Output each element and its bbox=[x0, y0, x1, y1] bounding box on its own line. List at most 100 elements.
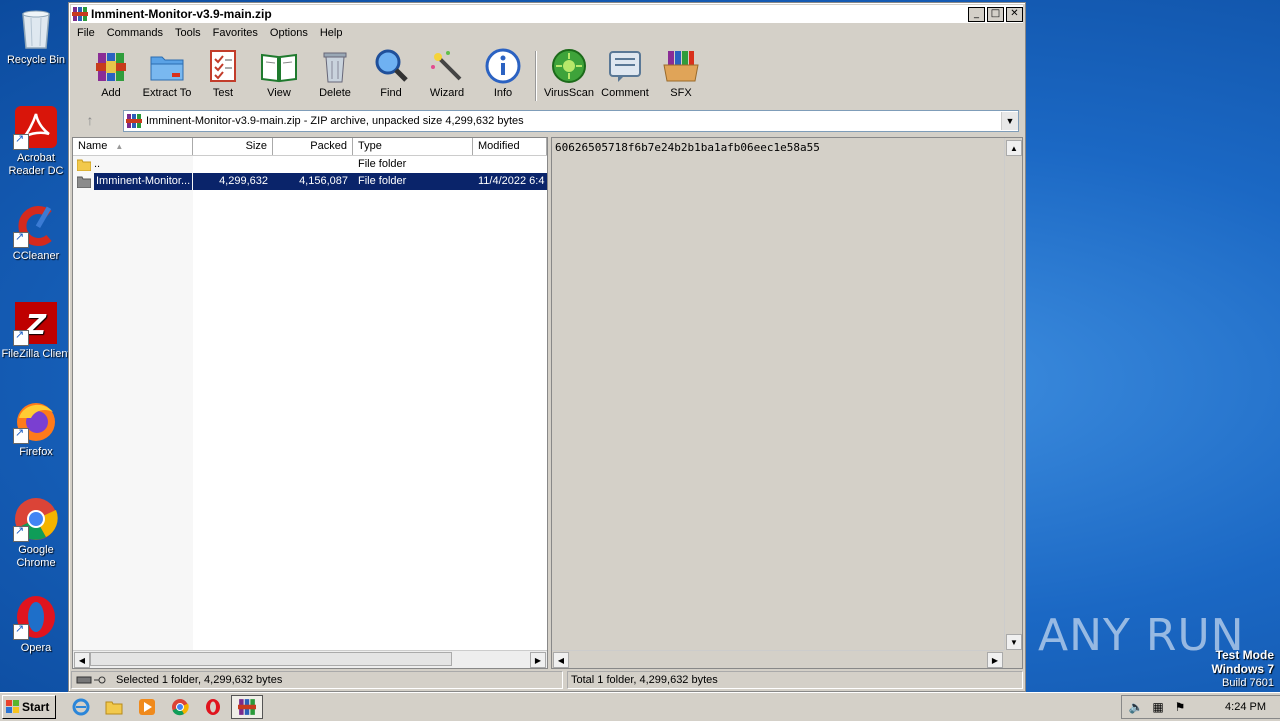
menu-help[interactable]: Help bbox=[314, 27, 349, 39]
cell-packed: 4,156,087 bbox=[273, 173, 353, 190]
desktop-icon-firefox[interactable]: Firefox bbox=[0, 398, 72, 459]
toolbar-extract-to-button[interactable]: Extract To bbox=[139, 47, 195, 103]
shortcut-arrow-icon bbox=[13, 525, 29, 542]
toolbar: Add Extract To Test View Delete Find Wiz… bbox=[83, 47, 709, 103]
column-header-name[interactable]: Name ▲ bbox=[73, 138, 193, 155]
table-row[interactable]: .. File folder bbox=[73, 156, 547, 173]
cell-name: .. bbox=[73, 156, 193, 173]
filezilla-icon: Z bbox=[13, 300, 59, 346]
toolbar-label: VirusScan bbox=[544, 87, 594, 99]
scroll-right-icon[interactable]: ▶ bbox=[987, 652, 1003, 668]
desktop-icon-acrobat[interactable]: Acrobat Reader DC bbox=[0, 104, 72, 178]
recycle-bin-icon bbox=[13, 6, 59, 52]
toolbar-test-button[interactable]: Test bbox=[195, 47, 251, 103]
taskbar-explorer-button[interactable] bbox=[103, 696, 125, 718]
desktop-icon-filezilla[interactable]: Z FileZilla Client bbox=[0, 300, 72, 361]
acrobat-icon bbox=[13, 104, 59, 150]
column-header-type[interactable]: Type bbox=[353, 138, 473, 155]
comment-vertical-scrollbar[interactable]: ▲ ▼ bbox=[1004, 138, 1022, 650]
desktop-icon-ccleaner[interactable]: CCleaner bbox=[0, 202, 72, 263]
clock[interactable]: 4:24 PM bbox=[1225, 701, 1266, 713]
magnifier-icon bbox=[375, 49, 408, 82]
test-mode-notice: Test Mode Windows 7 Build 7601 bbox=[1211, 648, 1274, 690]
toolbar-label: Info bbox=[493, 87, 513, 99]
volume-icon[interactable]: 🔈 bbox=[1128, 699, 1144, 715]
toolbar-wizard-button[interactable]: Wizard bbox=[419, 47, 475, 103]
taskbar-winrar-button[interactable] bbox=[231, 695, 263, 719]
status-total-text: Total 1 folder, 4,299,632 bytes bbox=[571, 674, 718, 686]
status-total: Total 1 folder, 4,299,632 bytes bbox=[567, 671, 1023, 689]
menu-favorites[interactable]: Favorites bbox=[207, 27, 264, 39]
scroll-left-icon[interactable]: ◀ bbox=[74, 652, 90, 668]
minimize-button[interactable]: _ bbox=[968, 6, 985, 22]
maximize-button[interactable]: □ bbox=[987, 6, 1004, 22]
toolbar-comment-button[interactable]: Comment bbox=[597, 47, 653, 103]
taskbar-opera-button[interactable] bbox=[202, 696, 224, 718]
toolbar-label: View bbox=[267, 87, 291, 99]
winrar-window: Imminent-Monitor-v3.9-main.zip _ □ ✕ Fil… bbox=[68, 2, 1026, 692]
column-header-packed[interactable]: Packed bbox=[273, 138, 353, 155]
up-folder-button[interactable]: ↑ bbox=[81, 112, 99, 128]
comment-horizontal-scrollbar[interactable]: ◀ ▶ bbox=[552, 650, 1004, 668]
desktop-icon-label: Acrobat Reader DC bbox=[8, 152, 64, 177]
magic-wand-icon bbox=[431, 51, 462, 81]
menu-tools[interactable]: Tools bbox=[169, 27, 207, 39]
file-rows: .. File folder Imminent-Monitor... 4,299… bbox=[73, 156, 547, 190]
network-icon[interactable]: ▦ bbox=[1150, 699, 1166, 715]
column-header-size[interactable]: Size bbox=[193, 138, 273, 155]
scroll-up-icon[interactable]: ▲ bbox=[1006, 140, 1022, 156]
windows-flag-icon bbox=[6, 700, 19, 713]
title-bar[interactable]: Imminent-Monitor-v3.9-main.zip _ □ ✕ bbox=[71, 5, 1023, 23]
menu-options[interactable]: Options bbox=[264, 27, 314, 39]
firefox-icon bbox=[13, 398, 59, 444]
taskbar-ie-button[interactable] bbox=[70, 696, 92, 718]
scroll-down-icon[interactable]: ▼ bbox=[1006, 634, 1022, 650]
desktop-icon-label: Google Chrome bbox=[16, 544, 56, 569]
cell-modified: 11/4/2022 6:4 bbox=[473, 173, 547, 190]
toolbar-delete-button[interactable]: Delete bbox=[307, 47, 363, 103]
table-row-selected[interactable]: Imminent-Monitor... 4,299,632 4,156,087 … bbox=[73, 173, 547, 190]
status-bar: Selected 1 folder, 4,299,632 bytes Total… bbox=[71, 671, 1023, 689]
action-center-flag-icon[interactable]: ⚑ bbox=[1172, 699, 1188, 715]
drive-key-icon bbox=[76, 676, 106, 684]
address-field[interactable]: Imminent-Monitor-v3.9-main.zip - ZIP arc… bbox=[123, 110, 1019, 132]
status-selection-text: Selected 1 folder, 4,299,632 bytes bbox=[116, 674, 283, 686]
info-icon bbox=[485, 48, 521, 84]
scroll-left-icon[interactable]: ◀ bbox=[553, 652, 569, 668]
address-dropdown-button[interactable]: ▼ bbox=[1001, 112, 1018, 130]
close-button[interactable]: ✕ bbox=[1006, 6, 1023, 22]
toolbar-view-button[interactable]: View bbox=[251, 47, 307, 103]
extract-folder-icon bbox=[150, 56, 184, 81]
toolbar-sfx-button[interactable]: SFX bbox=[653, 47, 709, 103]
menu-file[interactable]: File bbox=[71, 27, 101, 39]
zip-archive-icon bbox=[126, 114, 142, 128]
taskbar-chrome-button[interactable] bbox=[169, 696, 191, 718]
desktop-icon-opera[interactable]: Opera bbox=[0, 594, 72, 655]
column-header-modified[interactable]: Modified bbox=[473, 138, 547, 155]
toolbar-separator bbox=[535, 51, 537, 101]
toolbar-virusscan-button[interactable]: VirusScan bbox=[541, 47, 597, 103]
menu-commands[interactable]: Commands bbox=[101, 27, 169, 39]
file-name: .. bbox=[94, 158, 101, 170]
sfx-box-icon bbox=[663, 51, 699, 82]
folder-icon bbox=[77, 159, 91, 171]
toolbar-label: Test bbox=[212, 87, 234, 99]
comment-pane: 60626505718f6b7e24b2b1ba1afb06eec1e58a55… bbox=[551, 137, 1023, 669]
toolbar-info-button[interactable]: Info bbox=[475, 47, 531, 103]
file-list-horizontal-scrollbar[interactable]: ◀ ▶ bbox=[73, 650, 547, 668]
test-checklist-icon bbox=[210, 50, 236, 82]
desktop-icon-recycle-bin[interactable]: Recycle Bin bbox=[0, 6, 72, 67]
trash-can-icon bbox=[323, 52, 347, 83]
scrollbar-thumb[interactable] bbox=[90, 652, 452, 666]
toolbar-find-button[interactable]: Find bbox=[363, 47, 419, 103]
desktop-icon-chrome[interactable]: Google Chrome bbox=[0, 496, 72, 570]
desktop-icon-label: CCleaner bbox=[12, 250, 60, 262]
media-player-icon bbox=[139, 699, 155, 715]
folder-icon bbox=[77, 176, 91, 188]
cell-size: 4,299,632 bbox=[193, 173, 273, 190]
scroll-right-icon[interactable]: ▶ bbox=[530, 652, 546, 668]
start-button[interactable]: Start bbox=[2, 695, 56, 719]
taskbar-media-player-button[interactable] bbox=[136, 696, 158, 718]
toolbar-add-button[interactable]: Add bbox=[83, 47, 139, 103]
toolbar-label: Add bbox=[101, 87, 121, 99]
